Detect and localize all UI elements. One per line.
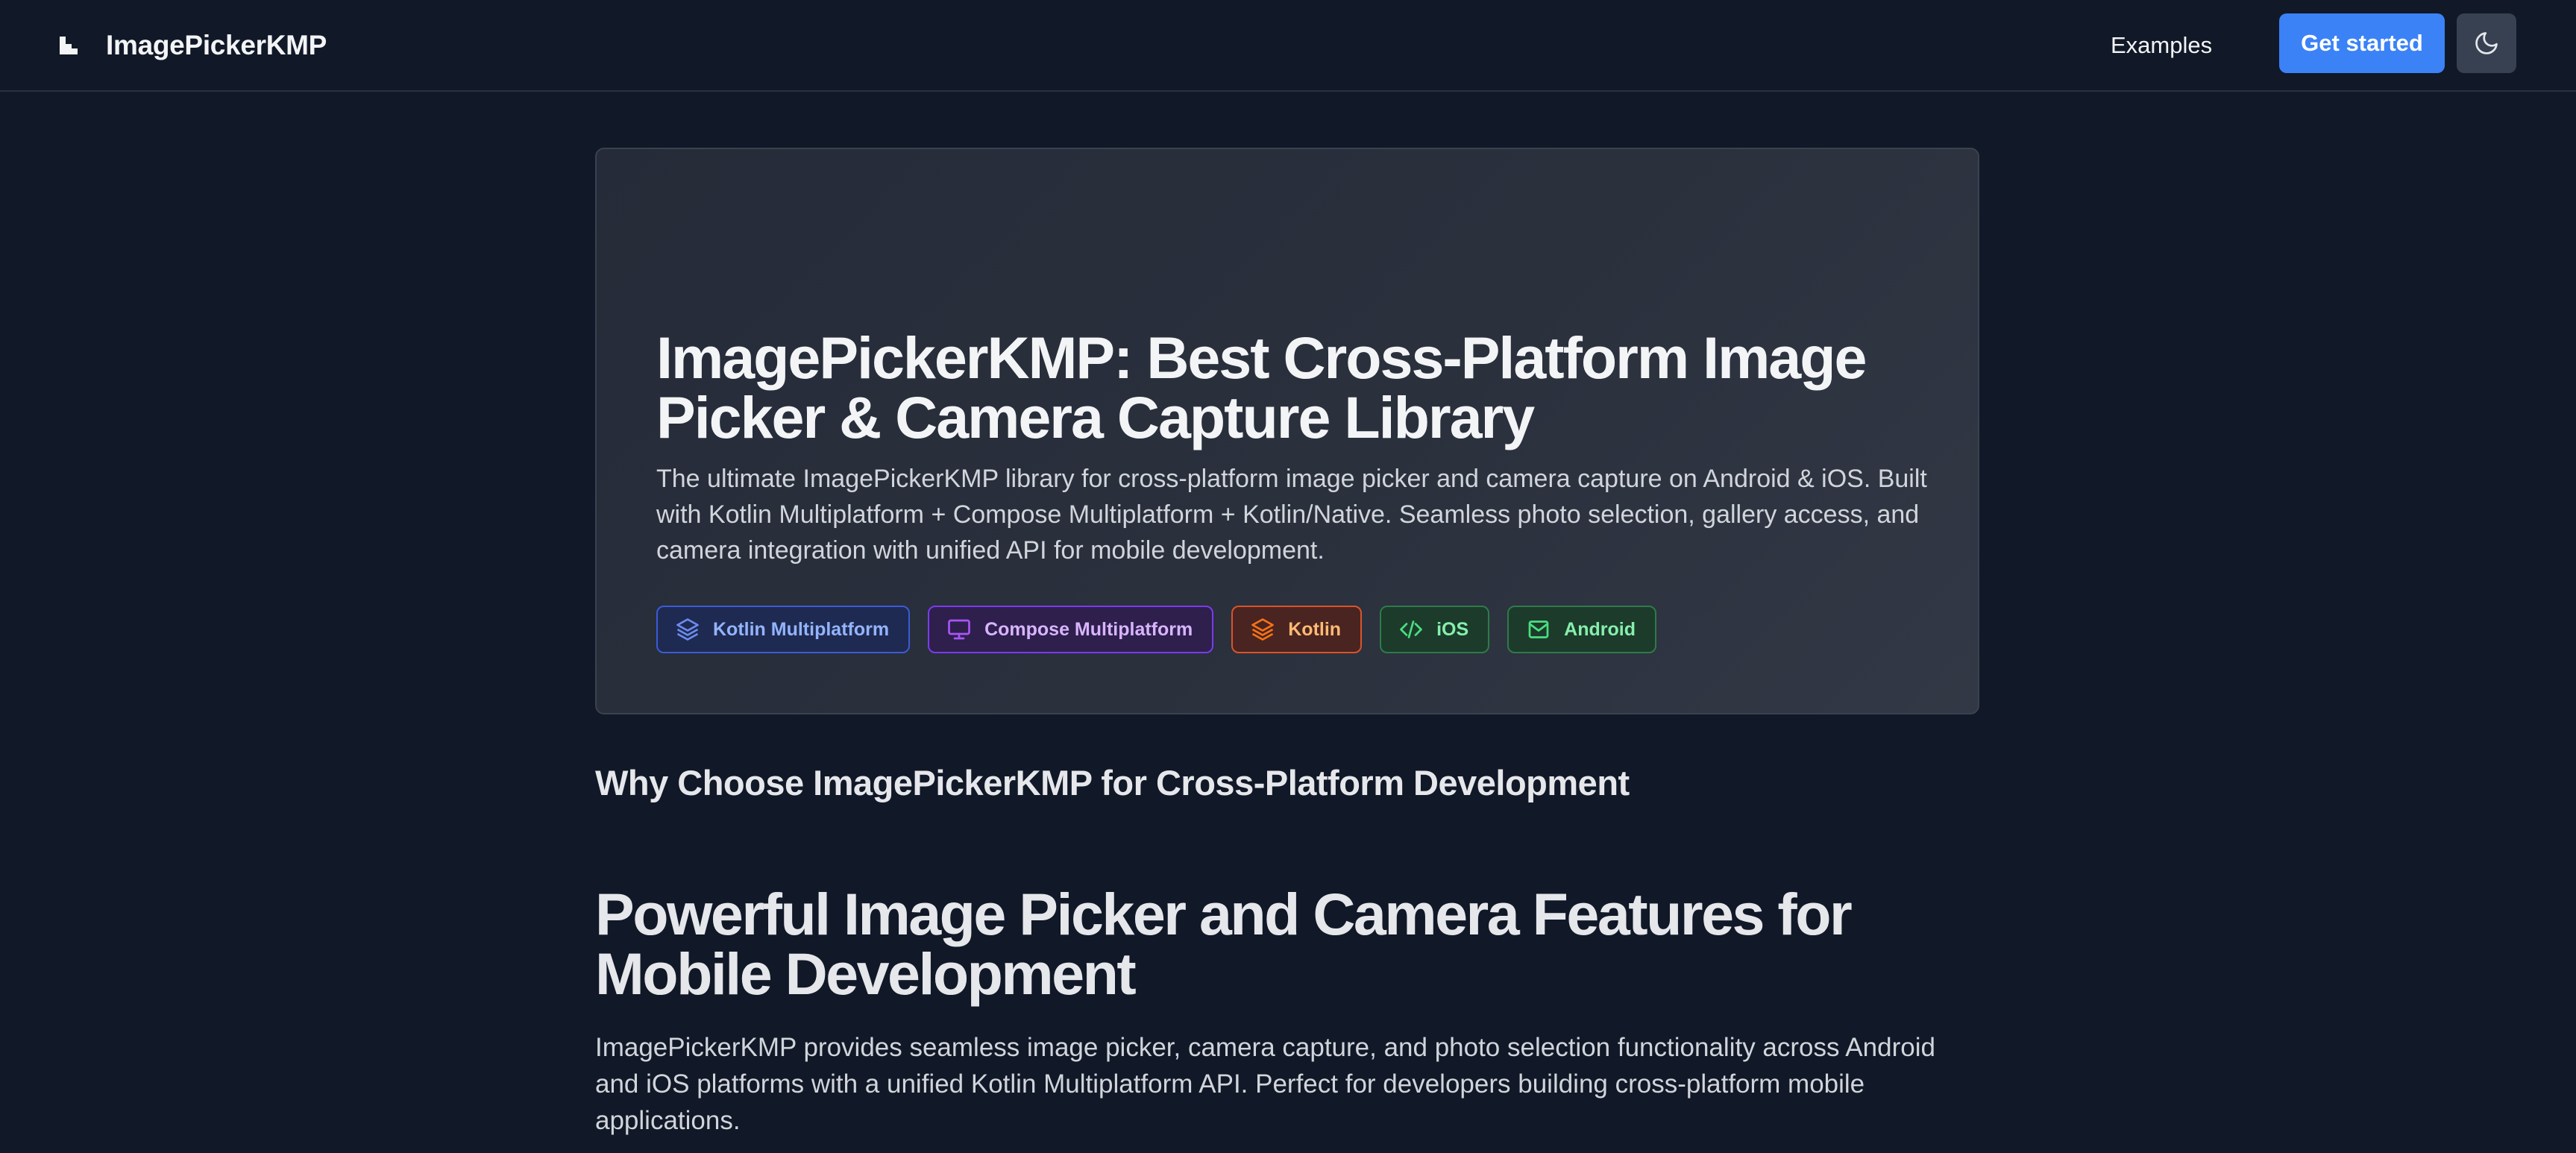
tag-label: Kotlin Multiplatform [713, 618, 890, 640]
tag-label: Android [1564, 618, 1636, 640]
code-icon [1400, 621, 1422, 638]
why-section-heading: Why Choose ImagePickerKMP for Cross-Plat… [595, 763, 1630, 802]
tag-kotlin-multiplatform[interactable]: Kotlin Multiplatform [656, 606, 911, 653]
brand-name: ImagePickerKMP [106, 29, 327, 60]
hero-description: The ultimate ImagePickerKMP library for … [656, 465, 1927, 565]
hero-title: ImagePickerKMP: Best Cross-Platform Imag… [656, 324, 1867, 450]
tag-label: iOS [1436, 618, 1469, 640]
top-navigation-bar: ImagePickerKMP Examples Get started [0, 0, 2576, 92]
get-started-button[interactable]: Get started [2279, 13, 2445, 73]
tag-label: Compose Multiplatform [984, 618, 1193, 640]
tag-ios[interactable]: iOS [1380, 606, 1490, 653]
technology-tags: Kotlin Multiplatform Compose Multiplatfo… [656, 606, 1656, 653]
theme-toggle-button[interactable] [2457, 13, 2516, 73]
monitor-icon [948, 619, 970, 640]
tag-kotlin[interactable]: Kotlin [1231, 606, 1363, 653]
mail-icon [1528, 621, 1549, 638]
tag-compose-multiplatform[interactable]: Compose Multiplatform [928, 606, 1214, 653]
brand-link[interactable]: ImagePickerKMP [57, 0, 327, 90]
nav-link-examples[interactable]: Examples [2111, 0, 2212, 90]
layers-icon [676, 618, 699, 641]
hero-card: ImagePickerKMP: Best Cross-Platform Imag… [595, 148, 1979, 714]
moon-icon [2475, 32, 2498, 54]
tag-label: Kotlin [1288, 618, 1342, 640]
tag-android[interactable]: Android [1507, 606, 1656, 653]
features-description: ImagePickerKMP provides seamless image p… [595, 1033, 1935, 1135]
layers-icon [1251, 618, 1275, 641]
logo-icon [60, 36, 78, 54]
features-title: Powerful Image Picker and Camera Feature… [595, 881, 1853, 1007]
